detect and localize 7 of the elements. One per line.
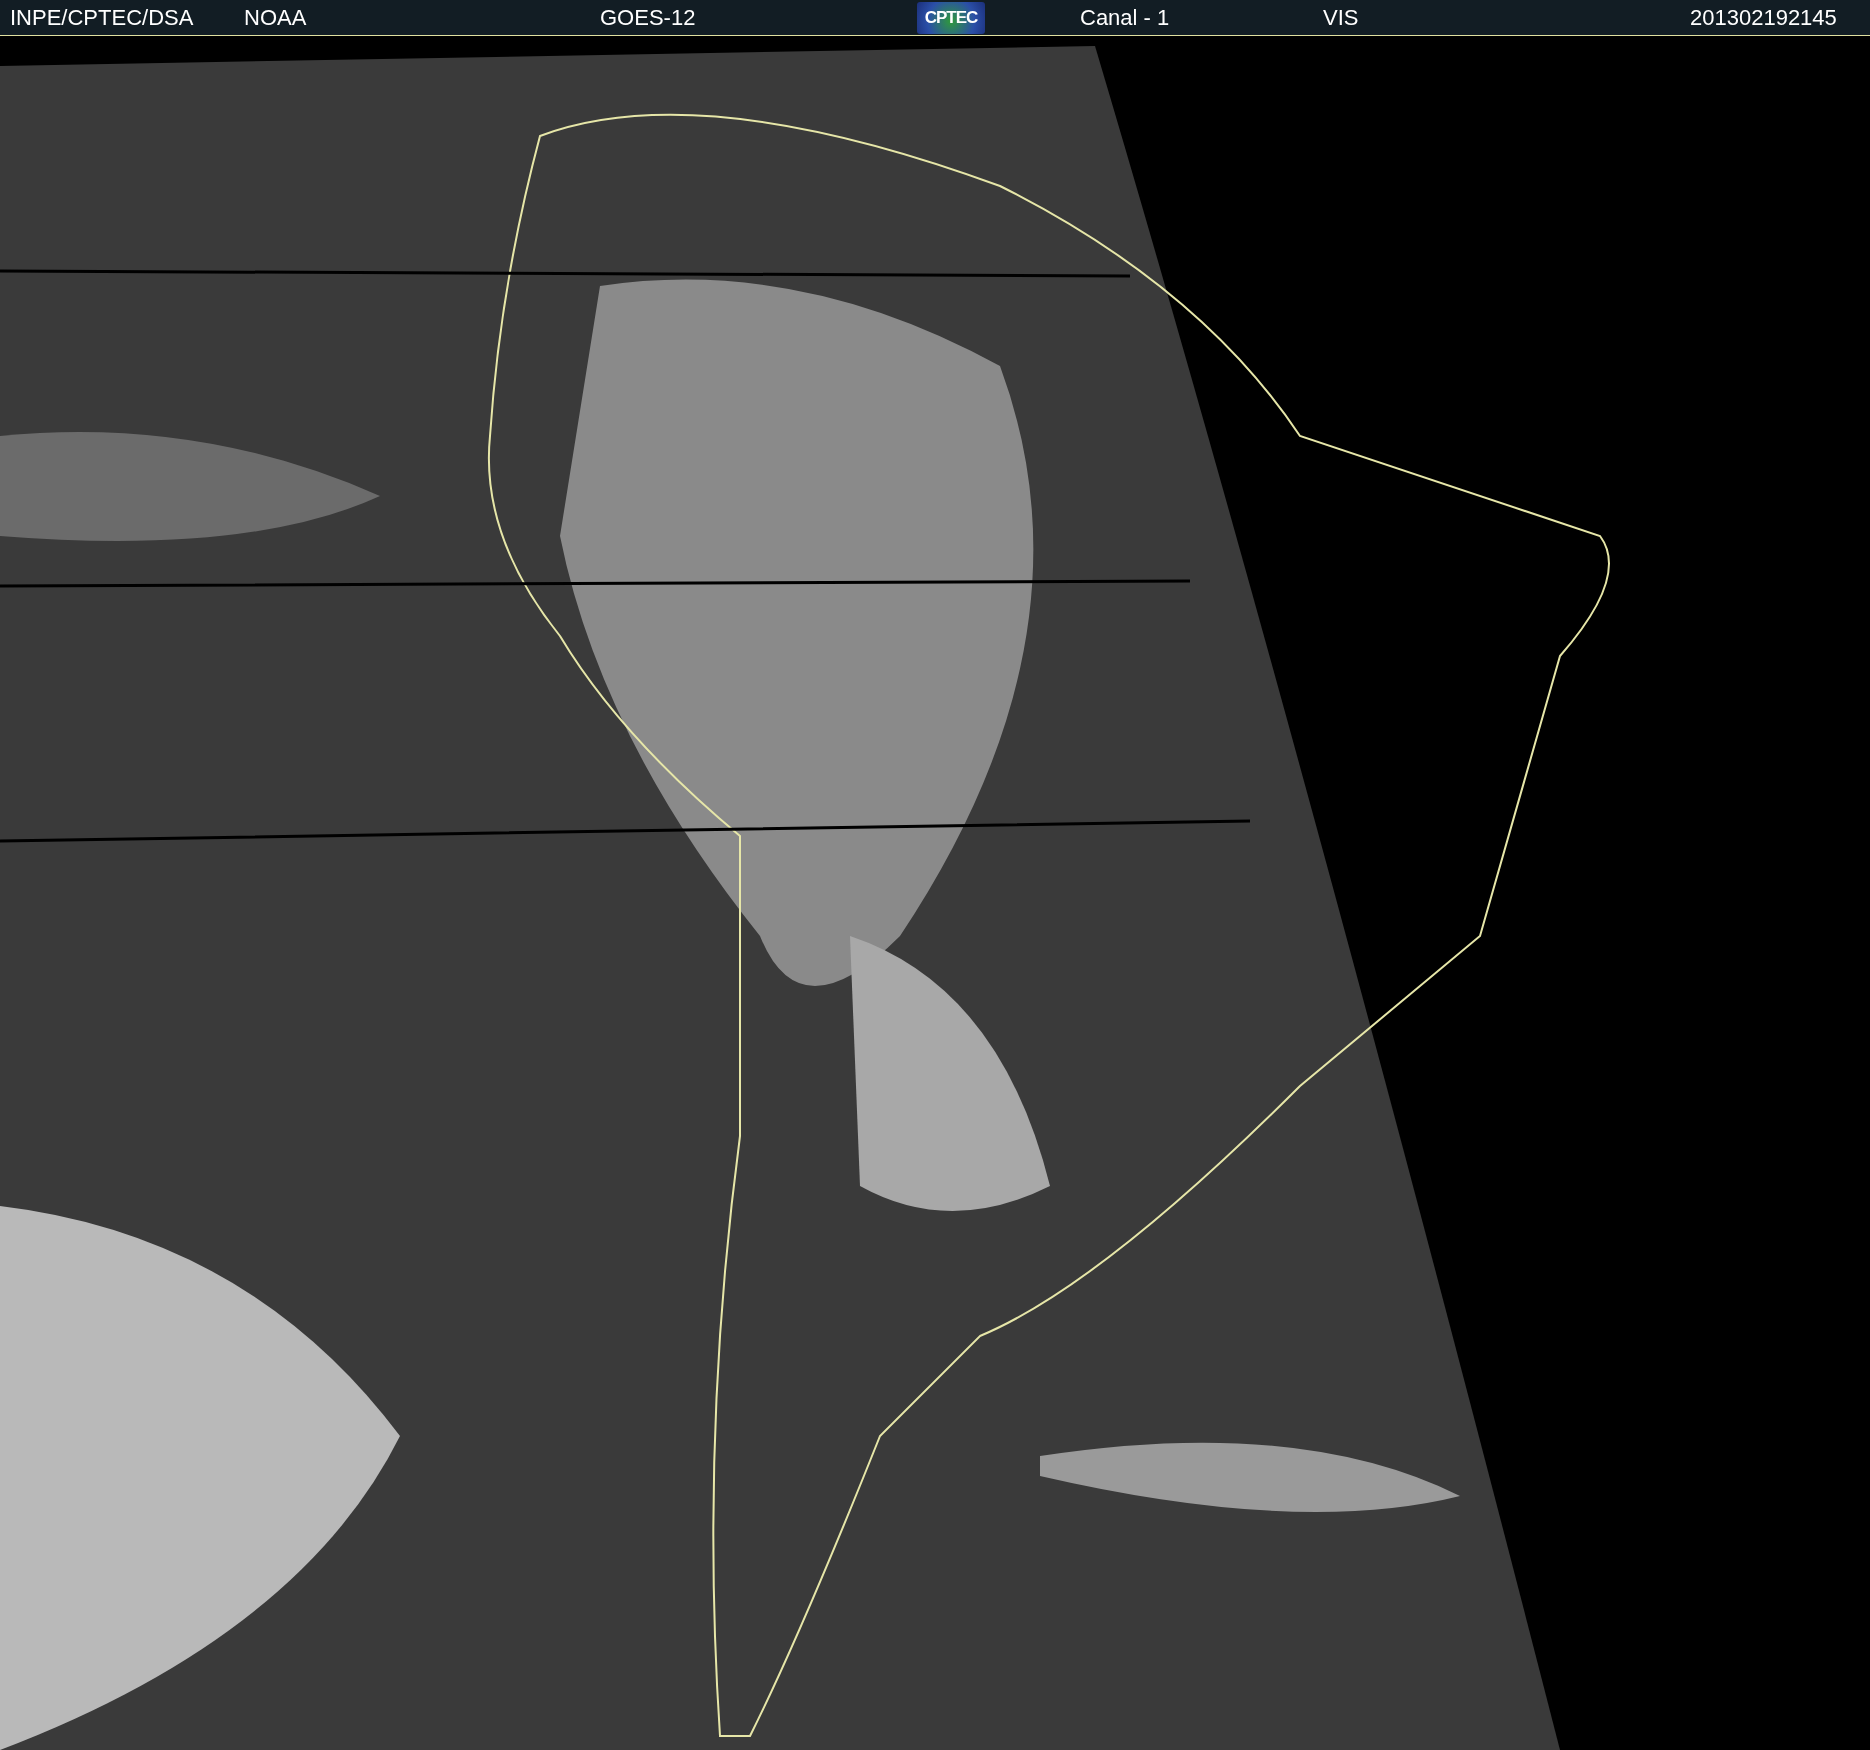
agency-label: NOAA: [244, 4, 307, 30]
timestamp-label: 201302192145: [1690, 4, 1837, 30]
source-label: INPE/CPTEC/DSA: [10, 4, 194, 30]
band-label: VIS: [1323, 4, 1359, 30]
logo: CPTEC: [917, 1, 985, 34]
channel-label: Canal - 1: [1080, 4, 1170, 30]
satellite-label: GOES-12: [600, 4, 696, 30]
